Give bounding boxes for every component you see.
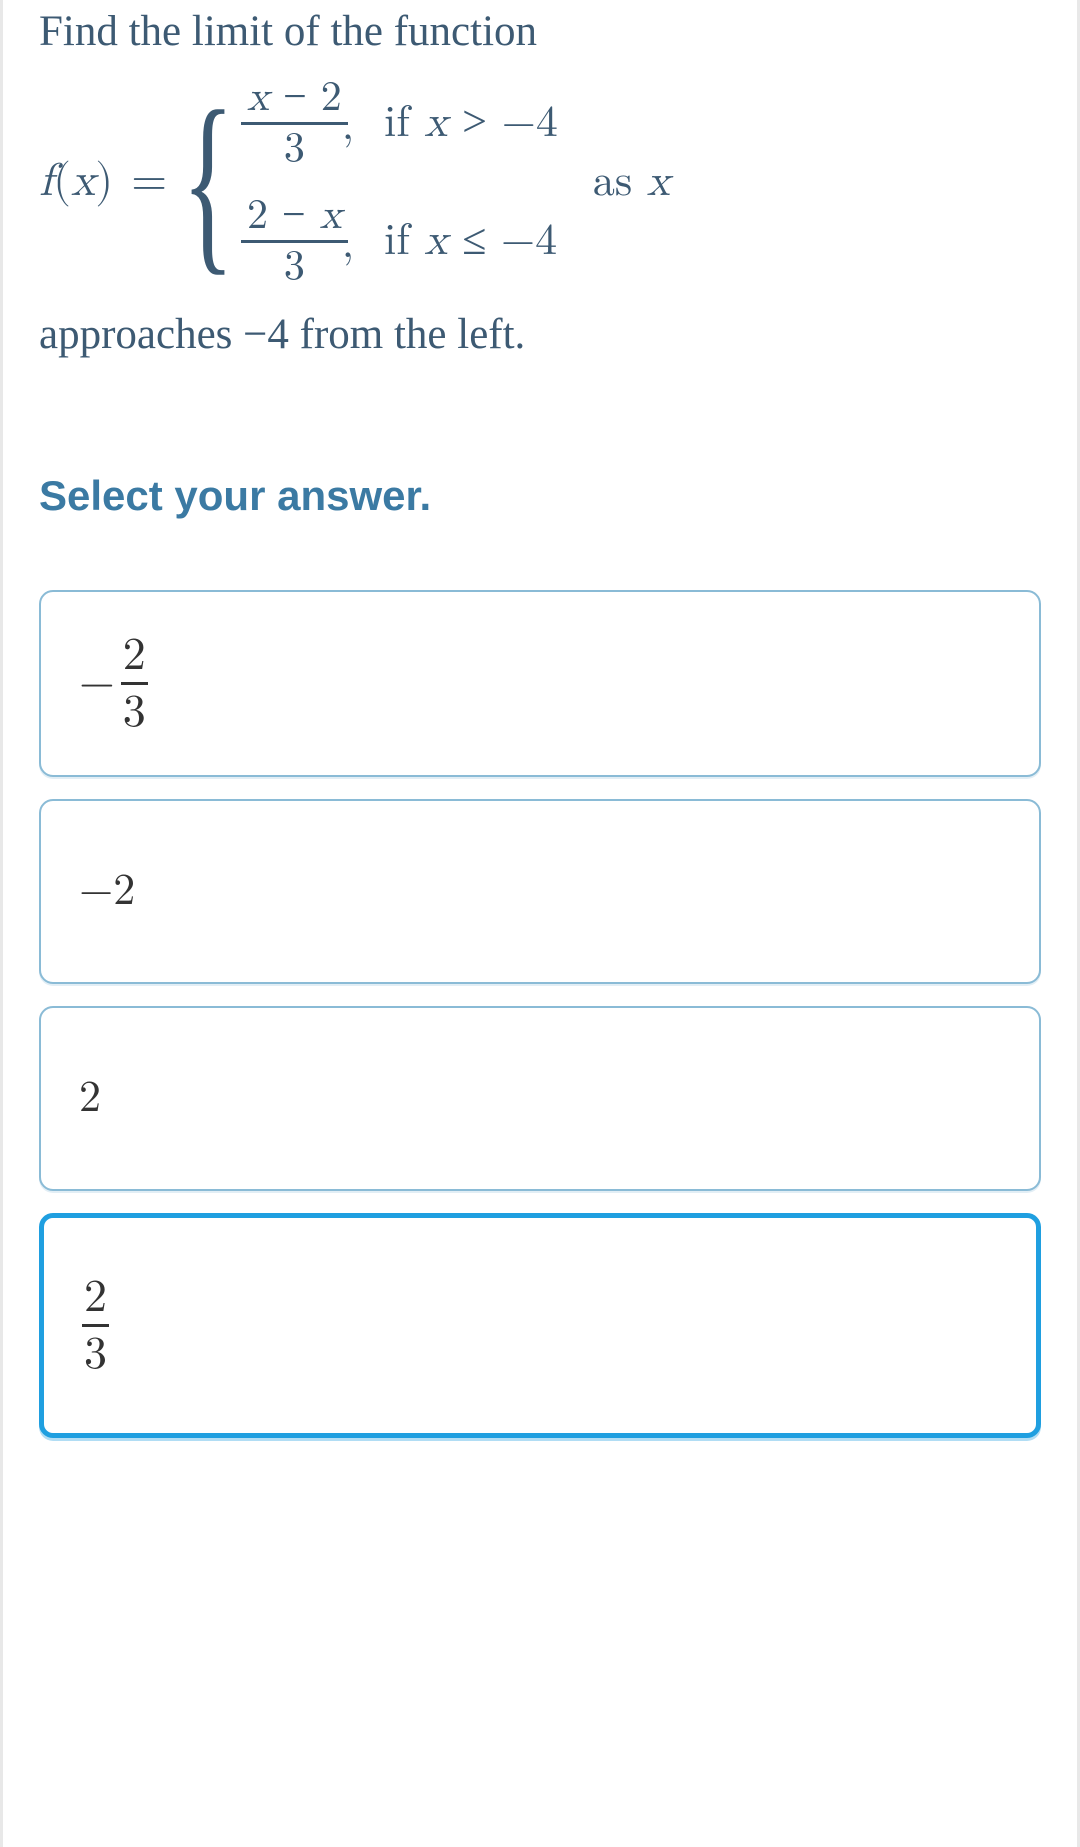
option-1-content: − 2 3 — [79, 628, 148, 739]
option-1[interactable]: − 2 3 — [39, 590, 1041, 777]
comma-2: , — [342, 211, 354, 277]
select-prompt: Select your answer. — [39, 472, 1041, 520]
left-brace-icon: { — [182, 92, 235, 272]
page: Find the limit of the function f(x) = { … — [0, 0, 1080, 1847]
cases: x − 2 3 , if x > −4 2 − x 3 — [241, 73, 558, 291]
option-4[interactable]: 2 3 — [39, 1213, 1041, 1438]
minus-icon: − — [79, 656, 115, 711]
case2-fraction: 2 − x 3 — [241, 191, 348, 291]
case1-fraction: x − 2 3 — [241, 73, 348, 173]
function-definition: f(x) = { x − 2 3 , if x > −4 — [39, 73, 1041, 291]
option-2-content: −2 — [79, 865, 135, 918]
option-3-content: 2 — [79, 1072, 101, 1125]
question-line-3: approaches −4 from the left. — [39, 303, 1041, 368]
comma-1: , — [342, 93, 354, 159]
option-3[interactable]: 2 — [39, 1006, 1041, 1191]
option-4-fraction: 2 3 — [82, 1270, 109, 1381]
question-block: Find the limit of the function f(x) = { … — [39, 0, 1041, 367]
as-x-text: as x — [593, 149, 670, 215]
option-2[interactable]: −2 — [39, 799, 1041, 984]
equals-sign: = — [131, 147, 167, 216]
question-line-1: Find the limit of the function — [39, 0, 1041, 65]
case2-condition: if x ≤ −4 — [384, 207, 557, 274]
case-row-1: x − 2 3 , if x > −4 — [241, 73, 558, 173]
option-1-fraction: 2 3 — [121, 628, 148, 739]
case-row-2: 2 − x 3 , if x ≤ −4 — [241, 191, 558, 291]
fx-label: f(x) — [39, 147, 113, 216]
case1-condition: if x > −4 — [384, 89, 558, 156]
options-list: − 2 3 −2 2 2 3 — [39, 590, 1041, 1438]
